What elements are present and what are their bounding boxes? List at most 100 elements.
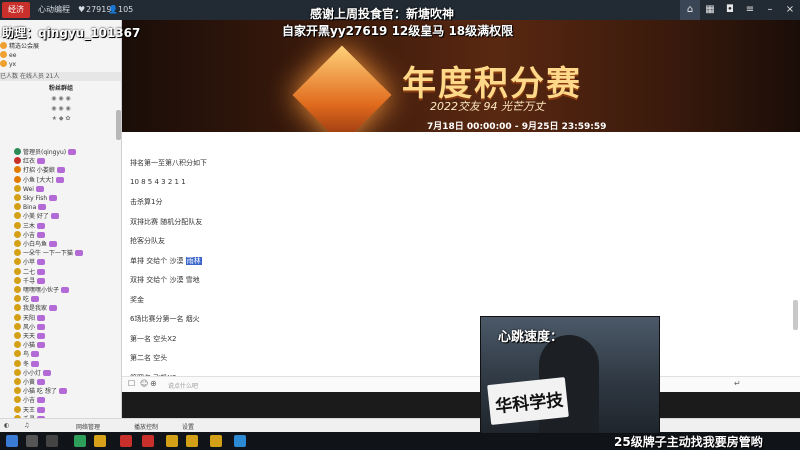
minimize-icon[interactable]: –: [760, 0, 780, 20]
app-icon[interactable]: [210, 435, 222, 447]
menu-icon[interactable]: ≡: [740, 0, 760, 20]
chat-message: 双排比赛 随机分配队友: [130, 217, 202, 227]
member-badge-icon: [37, 222, 46, 229]
member-row[interactable]: 小吉: [0, 230, 121, 240]
member-icon: [14, 396, 21, 404]
member-row[interactable]: 嘿嘿嘿小伙子: [0, 286, 121, 295]
member-row[interactable]: 我是我家: [0, 304, 121, 313]
app-window: 经济 心动编程 ♥ 27919 👤 105 ⌂ ▦ ◘ ≡ – × 精选公会展 …: [0, 0, 800, 450]
chat-message: 单排 交给个 沙漠 雨林: [130, 256, 202, 266]
chat-message-text: 第二名 空头: [130, 354, 168, 362]
member-icon: [14, 148, 21, 155]
member-name: 小白鸟鱼: [23, 241, 48, 248]
member-row[interactable]: 鸟: [0, 350, 121, 359]
member-row[interactable]: 打招 小娄娘: [0, 166, 121, 175]
member-row[interactable]: 天天: [0, 332, 121, 341]
channel-item[interactable]: 精选公会展: [0, 42, 121, 51]
home-icon[interactable]: ⌂: [680, 0, 700, 20]
member-row[interactable]: 天阳: [0, 313, 121, 323]
emoji-icon[interactable]: ☺: [140, 379, 148, 388]
member-row[interactable]: 小鱼 [大大]: [0, 175, 121, 185]
channel-item[interactable]: yx: [0, 60, 121, 69]
member-badge-icon: [49, 195, 58, 201]
member-name: 一朵牛 一下一下猫: [23, 250, 73, 258]
member-icon: [14, 313, 21, 321]
chat-message-text: 奖金: [130, 295, 144, 304]
close-icon[interactable]: ×: [780, 0, 800, 20]
member-badge-icon: [49, 305, 58, 312]
folder-icon[interactable]: [94, 435, 106, 447]
app-icon[interactable]: [74, 435, 86, 447]
member-row[interactable]: Wei: [0, 184, 121, 194]
channel-icon: [0, 42, 7, 49]
member-row[interactable]: 千寻: [0, 276, 121, 286]
send-icon[interactable]: ↵: [734, 379, 741, 388]
member-row[interactable]: 小苹: [0, 258, 121, 267]
promo-overlay: 自家开黑yy27619 12级皇马 18级满权限: [282, 24, 514, 38]
network-button[interactable]: 网络管理: [76, 422, 100, 431]
app-icon[interactable]: [142, 435, 154, 447]
taskview-icon[interactable]: [46, 435, 58, 447]
chat-icon[interactable]: ☐: [128, 379, 135, 388]
member-name: 千寻: [23, 277, 36, 285]
search-icon[interactable]: [26, 435, 38, 447]
member-row[interactable]: 二七: [0, 267, 121, 277]
member-row[interactable]: 小美 好了: [0, 212, 121, 221]
channel-item[interactable]: ee: [0, 51, 121, 60]
windows-start-icon[interactable]: [6, 435, 18, 447]
settings-button[interactable]: 设置: [182, 422, 194, 431]
member-row[interactable]: 红衣: [0, 157, 121, 166]
member-badge-icon: [50, 213, 59, 220]
member-row[interactable]: 管理员(qingyu): [0, 148, 121, 157]
member-row[interactable]: 天王: [0, 405, 121, 415]
app-icon[interactable]: [186, 435, 198, 447]
member-icon: [14, 194, 21, 201]
member-row[interactable]: 风小: [0, 322, 121, 332]
member-row[interactable]: 小小灯: [0, 368, 121, 378]
member-row[interactable]: 三木: [0, 221, 121, 231]
header-tab[interactable]: 已人数: [0, 73, 18, 80]
chat-message: 6场比赛分第一名 烟火: [130, 314, 200, 324]
room-name[interactable]: 心动编程: [38, 0, 70, 20]
member-icon: [14, 359, 21, 367]
member-row[interactable]: 小白鸟鱼: [0, 240, 121, 249]
chat-message: 抢客分队友: [130, 236, 165, 246]
banner-subtitle: 2022交友 94 光芒万丈: [430, 100, 545, 113]
playback-button[interactable]: 播放控制: [134, 422, 158, 431]
subchannel-title[interactable]: 粉丝群组: [0, 84, 121, 93]
member-row[interactable]: 小猫 吃 想了: [0, 387, 121, 396]
member-row[interactable]: 小黄: [0, 378, 121, 387]
chat-message-text: 单排 交给个 沙漠: [130, 256, 186, 265]
left-scrollbar[interactable]: [116, 110, 121, 140]
app-icon[interactable]: [166, 435, 178, 447]
app-icon[interactable]: [120, 435, 132, 447]
member-row[interactable]: Sky Fish: [0, 194, 121, 203]
chat-message: 双排 交给个 沙漠 雪地: [130, 275, 200, 285]
member-row[interactable]: 小猫: [0, 341, 121, 350]
chat-message: 10 8 5 4 3 2 1 1: [130, 178, 186, 186]
member-badge-icon: [37, 259, 46, 266]
member-row[interactable]: 小吉: [0, 396, 121, 405]
member-name: 天阳: [23, 314, 36, 322]
avatar-icon[interactable]: ◐: [4, 422, 9, 429]
member-row[interactable]: 一朵牛 一下一下猫: [0, 249, 121, 258]
member-name: Bina: [23, 204, 37, 212]
member-icon: [14, 258, 21, 266]
chat-message: 奖金: [130, 295, 144, 305]
chat-scrollbar[interactable]: [793, 300, 798, 330]
member-name: 天天: [23, 333, 36, 340]
member-row[interactable]: 吃: [0, 295, 121, 304]
grid-icon[interactable]: ▦: [700, 0, 720, 20]
fans-icon: ♥: [78, 5, 86, 14]
member-icon: [14, 203, 21, 211]
member-badge-icon: [37, 231, 46, 238]
app-icon[interactable]: [234, 435, 246, 447]
member-name: 鸟: [23, 351, 30, 359]
viewers-count: 105: [118, 5, 134, 14]
member-row[interactable]: Bina: [0, 203, 121, 212]
more-icon[interactable]: ⊕: [150, 379, 157, 388]
mic-icon[interactable]: ♫: [24, 422, 29, 429]
member-row[interactable]: 冬: [0, 359, 121, 369]
chat-input[interactable]: 说点什么吧: [168, 381, 198, 390]
gamepad-icon[interactable]: ◘: [720, 0, 740, 20]
